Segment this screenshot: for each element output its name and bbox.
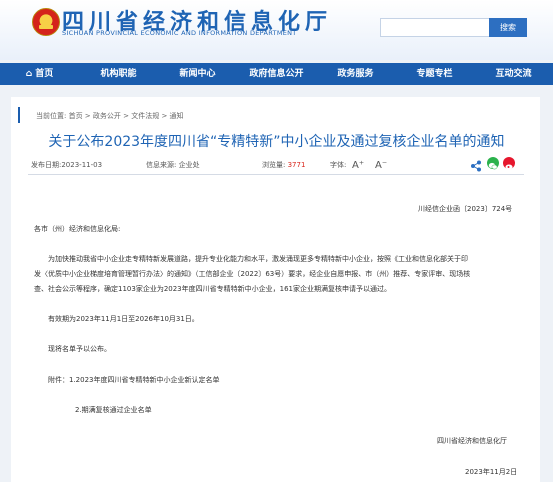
- font-smaller-button[interactable]: A⁻: [375, 160, 387, 171]
- breadcrumb-marker: [18, 107, 20, 123]
- paragraph-line: 为加快推动我省中小企业走专精特新发展道路，提升专业化能力和水平，激发涌现更多专精…: [48, 255, 468, 263]
- attachment-1[interactable]: 附件：1.2023年度四川省专精特新中小企业新认定名单: [48, 375, 220, 385]
- site-subtitle: SICHUAN PROVINCIAL ECONOMIC AND INFORMAT…: [62, 29, 297, 37]
- meta-divider: [28, 174, 524, 175]
- nav-home[interactable]: ⌂ 首页: [0, 63, 79, 85]
- attachment-2[interactable]: 2.期满复核通过企业名单: [75, 405, 152, 415]
- nav-news[interactable]: 新闻中心: [158, 63, 237, 85]
- main-nav: ⌂ 首页 机构职能 新闻中心 政府信息公开 政务服务 专题专栏 互动交流: [0, 63, 553, 85]
- document-number: 川经信企业函〔2023〕724号: [418, 205, 513, 213]
- nav-functions[interactable]: 机构职能: [79, 63, 158, 85]
- view-count: 浏览量: 3771: [262, 161, 306, 169]
- font-larger-button[interactable]: A⁺: [352, 160, 364, 171]
- share-icon[interactable]: [470, 157, 482, 172]
- nav-interaction[interactable]: 互动交流: [474, 63, 553, 85]
- weibo-icon[interactable]: [503, 157, 515, 170]
- salutation: 各市（州）经济和信息化局:: [34, 225, 121, 233]
- document-date: 2023年11月2日: [465, 468, 518, 476]
- wechat-icon[interactable]: [487, 157, 499, 170]
- search-button[interactable]: 搜索: [489, 18, 527, 37]
- paragraph-line: 发〈优质中小企业梯度培育管理暂行办法〉的通知》（工信部企业〔2022〕63号）要…: [34, 270, 471, 278]
- breadcrumb[interactable]: 当前位置: 首页 > 政务公开 > 文件法规 > 通知: [36, 111, 184, 121]
- paragraph-line: 查、社会公示等程序，确定1103家企业为2023年度四川省专精特新中小企业，16…: [34, 285, 391, 293]
- home-icon: ⌂: [25, 69, 33, 79]
- article-title: 关于公布2023年度四川省“专精特新”中小企业及通过复核企业名单的通知: [48, 134, 505, 150]
- announce-paragraph: 现将名单予以公布。: [48, 345, 111, 353]
- nav-topics[interactable]: 专题专栏: [395, 63, 474, 85]
- font-size-label: 字体:: [330, 161, 347, 169]
- signature: 四川省经济和信息化厅: [437, 437, 507, 445]
- site-header: 四川省经济和信息化厅 SICHUAN PROVINCIAL ECONOMIC A…: [0, 0, 553, 60]
- search-input[interactable]: [380, 18, 489, 37]
- info-source: 信息来源: 企业处: [146, 161, 200, 169]
- emblem-icon: [32, 8, 60, 36]
- validity-paragraph: 有效期为2023年11月1日至2026年10月31日。: [48, 315, 199, 323]
- nav-services[interactable]: 政务服务: [316, 63, 395, 85]
- nav-gov-info[interactable]: 政府信息公开: [237, 63, 316, 85]
- publish-date: 发布日期:2023-11-03: [31, 161, 103, 169]
